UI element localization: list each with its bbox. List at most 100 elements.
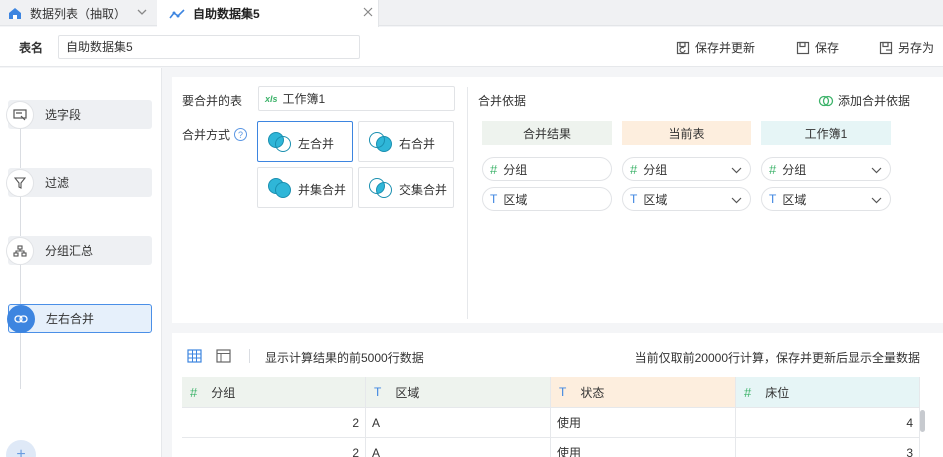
- text-type-icon: T: [630, 192, 638, 206]
- current-field-select-group[interactable]: # 分组: [622, 157, 751, 181]
- header-label: 分组: [211, 385, 236, 400]
- trend-icon: [169, 8, 185, 20]
- chevron-down-icon: [731, 197, 742, 204]
- union-merge-icon: [268, 178, 291, 198]
- number-type-icon: #: [744, 384, 752, 400]
- divider: [249, 349, 250, 363]
- preview-note: 当前仅取前20000行计算，保存并更新后显示全量数据: [634, 351, 920, 365]
- field-label: 区域: [643, 192, 668, 207]
- table-cell: 3: [736, 437, 920, 457]
- group-icon: [6, 236, 34, 265]
- mode-label: 并集合并: [298, 183, 347, 197]
- tab-label: 自助数据集5: [193, 7, 260, 21]
- add-merge-basis-button[interactable]: 添加合并依据: [818, 92, 910, 109]
- steps-panel: 选字段 过滤 分组汇总 左右合并 +: [0, 68, 162, 457]
- text-type-icon: T: [374, 385, 382, 399]
- col-header-result: 合并结果: [482, 121, 612, 145]
- chevron-down-icon[interactable]: [136, 6, 148, 21]
- right-merge-icon: [369, 132, 392, 152]
- merge-icon: [7, 304, 35, 333]
- step-select-field[interactable]: 选字段: [6, 100, 152, 129]
- mode-intersect-merge[interactable]: 交集合并: [358, 167, 454, 208]
- save-update-icon: [676, 41, 690, 54]
- chevron-down-icon: [871, 167, 882, 174]
- table-header-cell[interactable]: T 区域: [366, 377, 551, 407]
- save-update-label: 保存并更新: [695, 41, 756, 55]
- table-header-cell[interactable]: T 状态: [551, 377, 736, 407]
- number-type-icon: #: [190, 384, 198, 400]
- tab-label: 数据列表（抽取）: [30, 6, 127, 21]
- result-field-region[interactable]: T 区域: [482, 187, 612, 211]
- workbook-field-select-group[interactable]: # 分组: [761, 157, 891, 181]
- preview-info: 显示计算结果的前5000行数据: [265, 351, 424, 365]
- mode-right-merge[interactable]: 右合并: [358, 121, 454, 162]
- number-type-icon: #: [630, 161, 638, 177]
- merge-table-value: 工作簿1: [282, 92, 326, 106]
- save-icon: [796, 41, 810, 54]
- mode-label: 交集合并: [399, 183, 448, 197]
- table-cell: 4: [736, 407, 920, 437]
- text-type-icon: T: [559, 385, 567, 399]
- field-label: 区域: [503, 192, 528, 207]
- table-header-cell[interactable]: # 分组: [182, 377, 366, 407]
- field-label: 分组: [503, 162, 528, 177]
- field-label: 分组: [782, 162, 807, 177]
- close-icon[interactable]: [362, 6, 374, 21]
- merge-table-label: 要合并的表: [182, 94, 243, 108]
- save-label: 保存: [815, 41, 840, 55]
- layout-view-icon[interactable]: [216, 349, 231, 366]
- chevron-down-icon: [871, 197, 882, 204]
- table-cell: 2: [182, 407, 366, 437]
- xls-icon: xls: [265, 93, 278, 104]
- link-icon: [818, 95, 834, 106]
- mode-label: 右合并: [399, 137, 436, 151]
- table-cell: A: [366, 407, 551, 437]
- merge-config-panel: 要合并的表 xls 工作簿1 合并方式 ? 左合并 右合并 并集合并 交集合并 …: [172, 77, 943, 323]
- preview-panel: 显示计算结果的前5000行数据 当前仅取前20000行计算，保存并更新后显示全量…: [172, 333, 943, 457]
- save-update-button[interactable]: 保存并更新: [676, 39, 755, 56]
- result-field-group[interactable]: # 分组: [482, 157, 612, 181]
- merge-table-select[interactable]: xls 工作簿1: [258, 86, 455, 111]
- save-as-label: 另存为: [898, 41, 935, 55]
- field-label: 分组: [643, 162, 668, 177]
- number-type-icon: #: [490, 161, 498, 177]
- header-label: 区域: [395, 385, 420, 400]
- save-as-button[interactable]: 另存为: [879, 39, 934, 56]
- mode-left-merge[interactable]: 左合并: [257, 121, 353, 162]
- text-type-icon: T: [490, 192, 498, 206]
- current-field-select-region[interactable]: T 区域: [622, 187, 751, 211]
- tab-bar: 数据列表（抽取） 自助数据集5: [0, 0, 943, 27]
- intersect-merge-icon: [369, 178, 392, 198]
- table-cell: 使用: [551, 437, 736, 457]
- mode-label: 左合并: [298, 137, 335, 151]
- step-left-right-merge[interactable]: 左右合并: [7, 304, 152, 333]
- add-step-button[interactable]: +: [6, 440, 36, 457]
- text-type-icon: T: [769, 192, 777, 206]
- merge-mode-label: 合并方式 ?: [182, 126, 248, 143]
- tab-dataset[interactable]: 自助数据集5: [157, 0, 379, 27]
- table-view-icon[interactable]: [187, 349, 202, 366]
- header-label: 床位: [765, 385, 790, 400]
- save-button[interactable]: 保存: [796, 39, 839, 56]
- merge-basis-title: 合并依据: [478, 94, 527, 108]
- workbook-field-select-region[interactable]: T 区域: [761, 187, 891, 211]
- filter-icon: [6, 168, 34, 197]
- tab-data-list[interactable]: 数据列表（抽取）: [0, 0, 157, 26]
- table-header-cell[interactable]: # 床位: [736, 377, 920, 407]
- header-label: 状态: [580, 385, 605, 400]
- field-label: 区域: [782, 192, 807, 207]
- add-merge-basis-label: 添加合并依据: [838, 94, 911, 108]
- step-label: 分组汇总: [45, 244, 94, 258]
- table-name-label: 表名: [19, 41, 44, 55]
- save-as-icon: [879, 41, 893, 54]
- step-label: 左右合并: [46, 312, 95, 326]
- step-filter[interactable]: 过滤: [6, 168, 152, 197]
- home-icon: [8, 6, 22, 20]
- table-name-input[interactable]: 自助数据集5: [58, 35, 360, 59]
- mode-union-merge[interactable]: 并集合并: [257, 167, 353, 208]
- table-cell: A: [366, 437, 551, 457]
- divider: [467, 87, 468, 319]
- scrollbar[interactable]: [920, 410, 925, 432]
- step-group-summary[interactable]: 分组汇总: [6, 236, 152, 265]
- help-icon[interactable]: ?: [234, 128, 248, 141]
